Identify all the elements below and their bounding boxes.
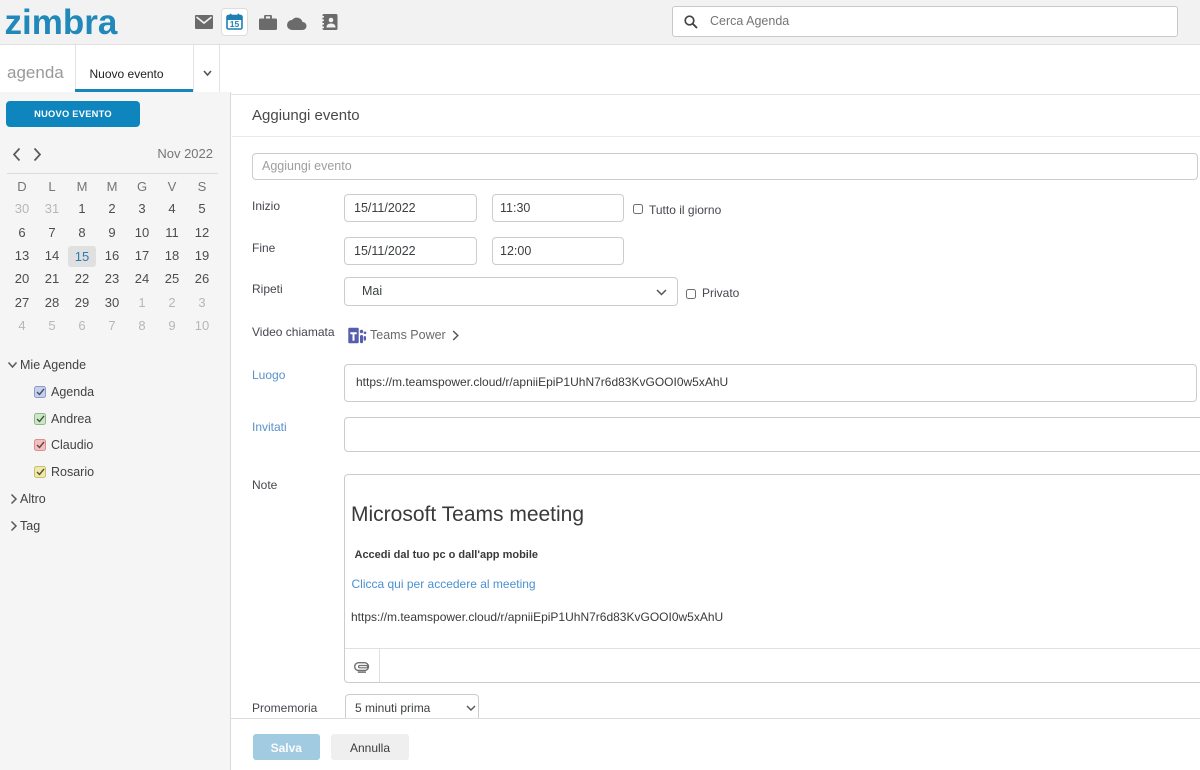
svg-text:15: 15 — [230, 19, 240, 29]
